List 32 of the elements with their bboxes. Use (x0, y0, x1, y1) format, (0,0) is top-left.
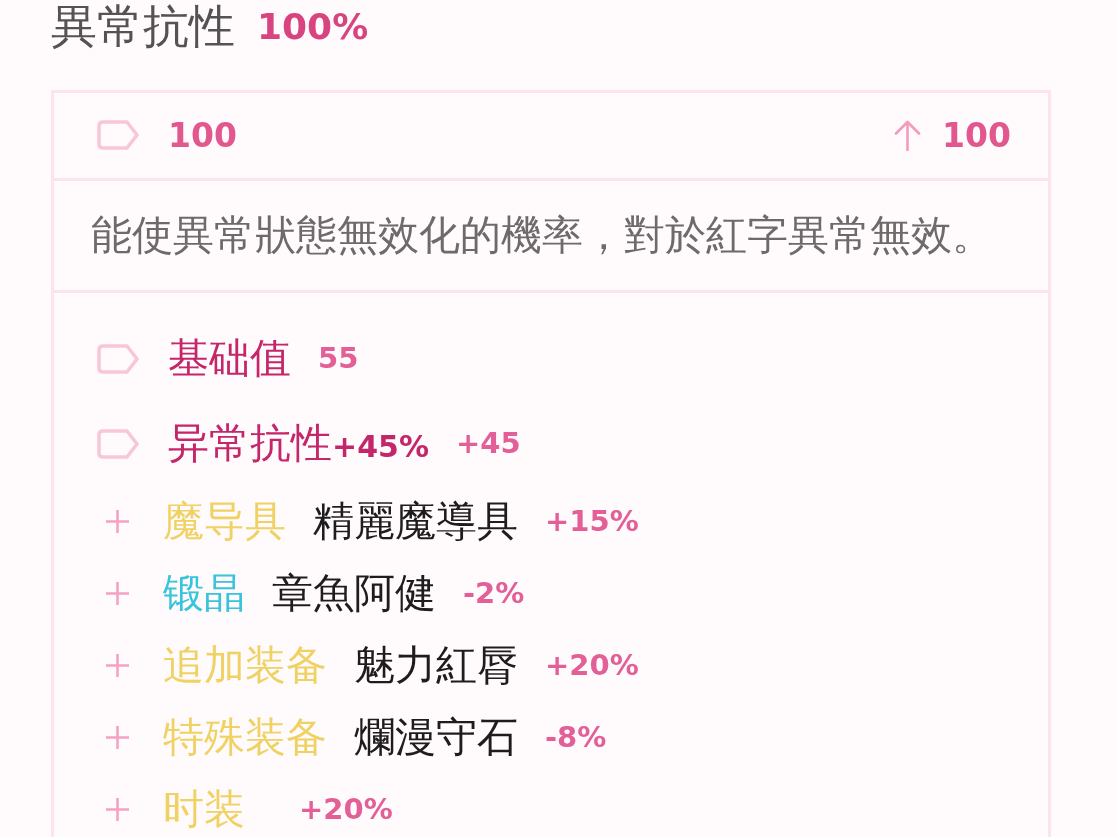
source-bonus: +20% (545, 648, 639, 684)
plus-icon (105, 653, 130, 679)
stat-max-value: 100 (942, 115, 1011, 155)
stat-description: 能使異常狀態無效化的機率，對於紅字異常無效。 (91, 210, 993, 260)
up-arrow-icon (894, 119, 922, 151)
tag-icon (97, 343, 139, 374)
plus-icon (105, 797, 130, 823)
plus-icon (105, 581, 130, 607)
plus-icon (105, 725, 130, 751)
source-item-name: 魅力紅脣 (354, 642, 518, 690)
source-bonus: +15% (545, 504, 639, 540)
breakdown-label: 基础值 (168, 335, 291, 383)
stat-title: 異常抗性 (51, 0, 235, 53)
source-category: 时装 (163, 786, 245, 834)
stat-value: 100 (168, 115, 237, 155)
source-item-name: 章魚阿健 (272, 570, 436, 618)
plus-icon (105, 509, 130, 535)
source-bonus: -2% (463, 576, 525, 612)
tag-icon (97, 428, 139, 459)
breakdown-value: 55 (318, 341, 359, 377)
source-category: 锻晶 (163, 570, 245, 618)
stat-total-percent: 100% (257, 5, 369, 47)
tag-icon (97, 120, 139, 151)
breakdown-label: 异常抗性+45% (168, 420, 429, 468)
source-item-name: 爛漫守石 (354, 714, 518, 762)
source-category: 特殊装备 (163, 714, 327, 762)
breakdown-value: +45 (455, 426, 521, 462)
source-bonus: +20% (299, 792, 393, 828)
source-item-name: 精麗魔導具 (313, 498, 518, 546)
source-category: 追加装备 (163, 642, 327, 690)
source-bonus: -8% (545, 720, 607, 756)
source-category: 魔导具 (163, 498, 286, 546)
